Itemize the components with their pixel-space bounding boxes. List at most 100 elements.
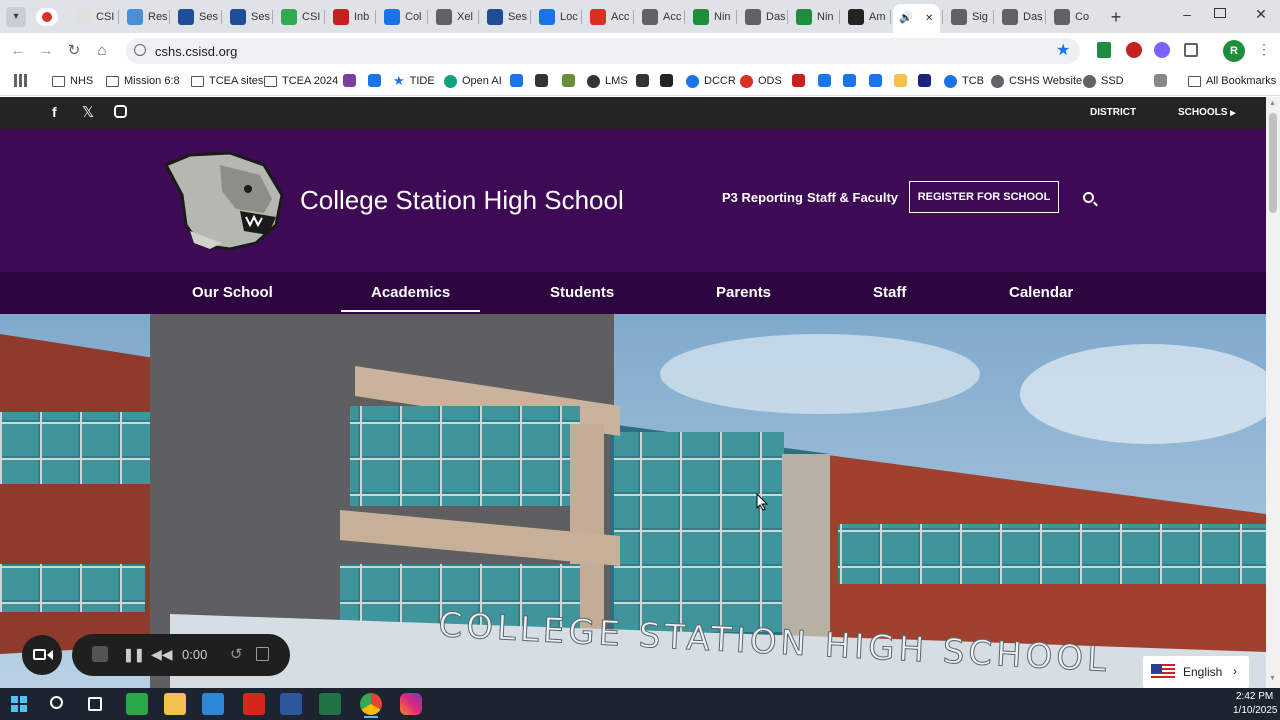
bookmark-item[interactable]: TCB <box>944 73 984 89</box>
apps-grid-icon[interactable] <box>14 74 27 87</box>
browser-tab[interactable]: Ses <box>172 5 219 29</box>
scroll-down-icon[interactable]: ▼ <box>1269 675 1276 682</box>
bookmark-item[interactable]: ★ TIDE <box>393 73 435 89</box>
extensions-puzzle-icon[interactable] <box>1184 43 1198 57</box>
clock-date[interactable]: 1/10/2025 <box>1233 705 1278 716</box>
site-info-icon[interactable] <box>134 44 146 56</box>
browser-tab[interactable]: Das <box>996 5 1043 29</box>
page-scrollbar[interactable]: ▲ ▼ <box>1266 97 1280 688</box>
nav-parents[interactable]: Parents <box>716 284 771 301</box>
browser-tab[interactable]: Co <box>1048 5 1095 29</box>
instagram-app-icon[interactable] <box>400 693 422 715</box>
bookmark-icon[interactable] <box>368 74 381 87</box>
browser-tab[interactable]: Nin <box>790 5 837 29</box>
bookmark-item[interactable]: DCCR <box>686 73 736 89</box>
bookmark-icon[interactable] <box>869 74 882 87</box>
extension-gear-icon[interactable] <box>1154 42 1170 58</box>
scrollbar-thumb[interactable] <box>1269 113 1277 213</box>
task-view-icon[interactable] <box>88 697 102 711</box>
browser-tab[interactable]: Xel <box>430 5 477 29</box>
staff-faculty-link[interactable]: Staff & Faculty <box>807 190 898 205</box>
browser-tab[interactable]: Ses <box>481 5 528 29</box>
bookmark-icon[interactable] <box>1154 74 1167 87</box>
clock-time[interactable]: 2:42 PM <box>1236 691 1273 702</box>
restore-button[interactable] <box>1214 8 1226 18</box>
extension-n-icon[interactable] <box>1097 42 1111 58</box>
browser-tab[interactable]: Ses <box>224 5 271 29</box>
bookmark-icon[interactable] <box>636 74 649 87</box>
camera-button[interactable] <box>22 635 62 675</box>
bookmark-icon[interactable] <box>792 74 805 87</box>
bookmark-icon[interactable] <box>343 74 356 87</box>
restart-icon[interactable]: ↺ <box>230 645 243 663</box>
word-icon[interactable] <box>280 693 302 715</box>
facebook-icon[interactable]: f <box>52 104 57 120</box>
browser-tab[interactable]: Das <box>739 5 786 29</box>
chrome-icon[interactable] <box>360 693 382 715</box>
bookmark-star-icon[interactable]: ★ <box>1056 40 1070 60</box>
nav-calendar[interactable]: Calendar <box>1009 284 1073 301</box>
store-icon[interactable] <box>202 693 224 715</box>
browser-tab[interactable]: Inb <box>327 5 374 29</box>
url-text[interactable]: cshs.csisd.org <box>155 44 237 59</box>
profile-avatar[interactable]: R <box>1223 40 1245 62</box>
bookmark-icon[interactable] <box>894 74 907 87</box>
nav-students[interactable]: Students <box>550 284 614 301</box>
browser-tab[interactable]: Acc <box>584 5 631 29</box>
bookmark-icon[interactable] <box>535 74 548 87</box>
browser-tab[interactable]: Loc <box>533 5 580 29</box>
taskbar-search-icon[interactable] <box>50 696 63 709</box>
bookmark-item[interactable]: TCEA sites <box>191 73 263 89</box>
bookmark-icon[interactable] <box>660 74 673 87</box>
register-for-school-button[interactable]: REGISTER FOR SCHOOL <box>909 181 1059 213</box>
bookmark-item[interactable]: SSD <box>1083 73 1124 89</box>
stop-record-button[interactable] <box>92 646 108 662</box>
schools-link[interactable]: SCHOOLS ▶ <box>1178 107 1236 118</box>
site-search-icon[interactable] <box>1083 192 1098 207</box>
bookmark-icon[interactable] <box>562 74 575 87</box>
browser-menu-icon[interactable]: ⋮ <box>1257 41 1271 58</box>
nav-academics[interactable]: Academics <box>371 284 450 301</box>
bookmark-icon[interactable] <box>818 74 831 87</box>
language-selector[interactable]: English › <box>1143 656 1249 688</box>
cougar-logo[interactable] <box>160 151 286 251</box>
bookmark-item[interactable]: Mission 6:8 <box>106 73 180 89</box>
district-link[interactable]: DISTRICT <box>1090 107 1136 118</box>
minimize-button[interactable]: – <box>1176 6 1198 26</box>
browser-tab[interactable]: Res <box>121 5 168 29</box>
bookmark-icon[interactable] <box>843 74 856 87</box>
extension-badge-icon[interactable] <box>1126 42 1142 58</box>
bookmark-item[interactable]: NHS <box>52 73 93 89</box>
school-title[interactable]: College Station High School <box>300 185 624 216</box>
bookmark-item[interactable]: CSHS Website <box>991 73 1082 89</box>
address-bar[interactable] <box>126 38 1080 64</box>
bookmark-icon[interactable] <box>918 74 931 87</box>
browser-tab[interactable]: Sig <box>945 5 992 29</box>
record-icon[interactable] <box>36 8 58 26</box>
new-tab-button[interactable]: + <box>1105 6 1127 28</box>
x-twitter-icon[interactable]: 𝕏 <box>82 103 94 121</box>
file-explorer-icon[interactable] <box>164 693 186 715</box>
browser-tab[interactable]: Am <box>842 5 889 29</box>
browser-tab[interactable]: Acc <box>636 5 683 29</box>
tab-search-button[interactable]: ▾ <box>6 7 26 27</box>
bookmark-item[interactable]: LMS <box>587 73 628 89</box>
taskbar-app-icon[interactable] <box>126 693 148 715</box>
bookmark-item[interactable]: All Bookmarks <box>1188 73 1276 89</box>
browser-tab[interactable]: Col <box>378 5 425 29</box>
p3-reporting-link[interactable]: P3 Reporting <box>722 190 803 205</box>
browser-tab[interactable]: 🔊 ✕ <box>893 4 940 33</box>
reload-icon[interactable]: ↻ <box>64 41 84 61</box>
nav-staff[interactable]: Staff <box>873 284 906 301</box>
bookmark-item[interactable]: ODS <box>740 73 782 89</box>
bookmark-item[interactable]: TCEA 2024 <box>264 73 338 89</box>
browser-tab[interactable]: Nin <box>687 5 734 29</box>
windows-start-icon[interactable] <box>11 696 27 712</box>
bookmark-icon[interactable] <box>510 74 523 87</box>
tab-close-icon[interactable]: ✕ <box>925 13 933 24</box>
back-icon[interactable]: ← <box>8 41 28 61</box>
delete-recording-icon[interactable] <box>256 647 269 661</box>
instagram-icon[interactable] <box>114 105 127 118</box>
nav-our-school[interactable]: Our School <box>192 284 273 301</box>
scroll-up-icon[interactable]: ▲ <box>1269 100 1276 107</box>
